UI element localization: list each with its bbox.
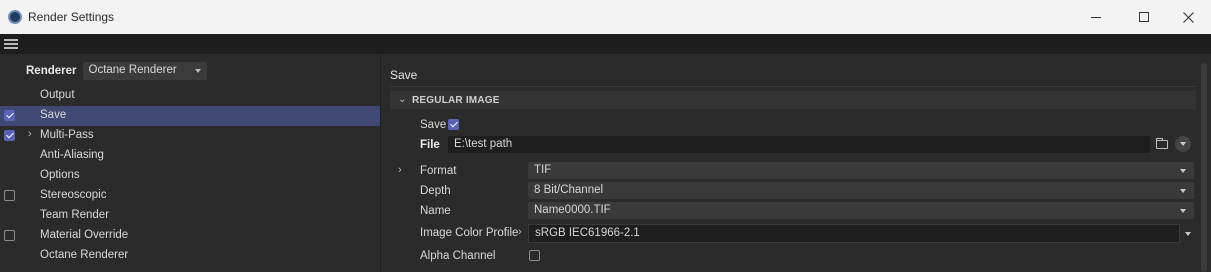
tree-item[interactable]: Material Override — [0, 226, 380, 246]
name-select[interactable]: Name0000.TIF — [528, 202, 1194, 219]
format-value: TIF — [534, 164, 552, 176]
alpha-channel-label: Alpha Channel — [420, 250, 496, 262]
color-profile-label: Image Color Profile — [420, 227, 519, 239]
renderer-row: Renderer Octane Renderer — [26, 62, 207, 80]
tree-item-label: Output — [40, 89, 75, 101]
enable-checkbox[interactable] — [4, 230, 15, 241]
tree-item-label: Stereoscopic — [40, 189, 107, 201]
depth-label: Depth — [420, 185, 451, 197]
window-title: Render Settings — [28, 10, 115, 24]
enable-checkbox[interactable] — [4, 110, 15, 121]
save-checkbox[interactable] — [448, 119, 459, 130]
file-label: File — [420, 139, 440, 151]
chevron-down-icon — [1180, 209, 1186, 213]
tree-item[interactable]: Save — [0, 106, 380, 126]
settings-sidebar: Renderer Octane Renderer Output Save › Mult… — [0, 55, 381, 272]
close-icon — [1182, 11, 1194, 23]
tree-item-label: Anti-Aliasing — [40, 149, 104, 161]
chevron-right-icon[interactable]: › — [398, 164, 402, 176]
folder-icon[interactable] — [1156, 138, 1168, 149]
tree-item[interactable]: Anti-Aliasing — [0, 146, 380, 166]
depth-select[interactable]: 8 Bit/Channel — [528, 182, 1194, 199]
format-label: Format — [420, 165, 457, 177]
tree-item-label: Team Render — [40, 209, 110, 221]
tree-item[interactable]: Output — [0, 86, 380, 106]
minimize-button[interactable] — [1073, 0, 1119, 34]
format-select[interactable]: TIF — [528, 162, 1194, 179]
hamburger-menu-icon[interactable] — [4, 39, 18, 49]
chevron-down-icon — [194, 69, 201, 73]
tree-item-label: Multi-Pass — [40, 129, 94, 141]
chevron-down-icon — [1180, 142, 1186, 146]
name-value: Name0000.TIF — [534, 204, 611, 216]
tree-item-label: Save — [40, 109, 67, 121]
settings-tree: Output Save › Multi-Pass Anti-Aliasing Option… — [0, 86, 381, 266]
name-row: Name Name0000.TIF — [382, 201, 1211, 221]
chevron-down-icon[interactable] — [1185, 232, 1191, 236]
chevron-down-icon: ⌄ — [398, 94, 407, 105]
renderer-dropdown[interactable]: Octane Renderer — [82, 62, 207, 80]
alpha-channel-row: Alpha Channel — [382, 246, 1211, 266]
chevron-down-icon — [1180, 169, 1186, 173]
file-path-input[interactable]: E:\test path — [448, 136, 1150, 153]
file-row: File E:\test path — [382, 135, 1211, 155]
depth-row: Depth 8 Bit/Channel — [382, 181, 1211, 201]
depth-value: 8 Bit/Channel — [534, 184, 604, 196]
renderer-label: Renderer — [26, 65, 77, 77]
group-label: REGULAR IMAGE — [412, 95, 500, 106]
tree-item-label: Octane Renderer — [40, 249, 129, 261]
tree-item[interactable]: Options — [0, 166, 380, 186]
tree-item[interactable]: Team Render — [0, 206, 380, 226]
chevron-right-icon[interactable]: › — [518, 226, 522, 238]
minimize-icon — [1091, 16, 1101, 18]
chevron-right-icon[interactable]: › — [28, 128, 32, 140]
close-button[interactable] — [1165, 0, 1211, 34]
chevron-down-icon — [1180, 189, 1186, 193]
file-options-button[interactable] — [1175, 136, 1191, 152]
regular-image-group[interactable]: ⌄ REGULAR IMAGE — [390, 91, 1196, 109]
name-label: Name — [420, 205, 451, 217]
save-row: Save — [382, 115, 1211, 135]
maximize-button[interactable] — [1121, 0, 1167, 34]
tree-item-label: Material Override — [40, 229, 129, 241]
maximize-icon — [1139, 12, 1149, 22]
enable-checkbox[interactable] — [4, 190, 15, 201]
format-row: › Format TIF — [382, 161, 1211, 181]
renderer-value: Octane Renderer — [88, 64, 177, 76]
color-profile-field[interactable]: sRGB IEC61966-2.1 — [528, 224, 1180, 243]
cinema4d-icon — [8, 10, 22, 24]
save-label: Save — [420, 119, 447, 131]
tree-item[interactable]: › Multi-Pass — [0, 126, 380, 146]
divider — [390, 86, 1196, 87]
settings-content: Save ⌄ REGULAR IMAGE Save File E:\test p… — [382, 55, 1211, 272]
alpha-channel-checkbox[interactable] — [529, 250, 540, 261]
title-bar: Render Settings — [0, 0, 1211, 34]
tree-item[interactable]: Stereoscopic — [0, 186, 380, 206]
menu-strip — [0, 34, 1211, 54]
tree-item[interactable]: Octane Renderer — [0, 246, 380, 266]
enable-checkbox[interactable] — [4, 130, 15, 141]
color-profile-row: Image Color Profile › sRGB IEC61966-2.1 — [382, 223, 1211, 243]
tree-item-label: Options — [40, 169, 80, 181]
section-title: Save — [390, 68, 418, 82]
scrollbar[interactable] — [1201, 63, 1207, 272]
